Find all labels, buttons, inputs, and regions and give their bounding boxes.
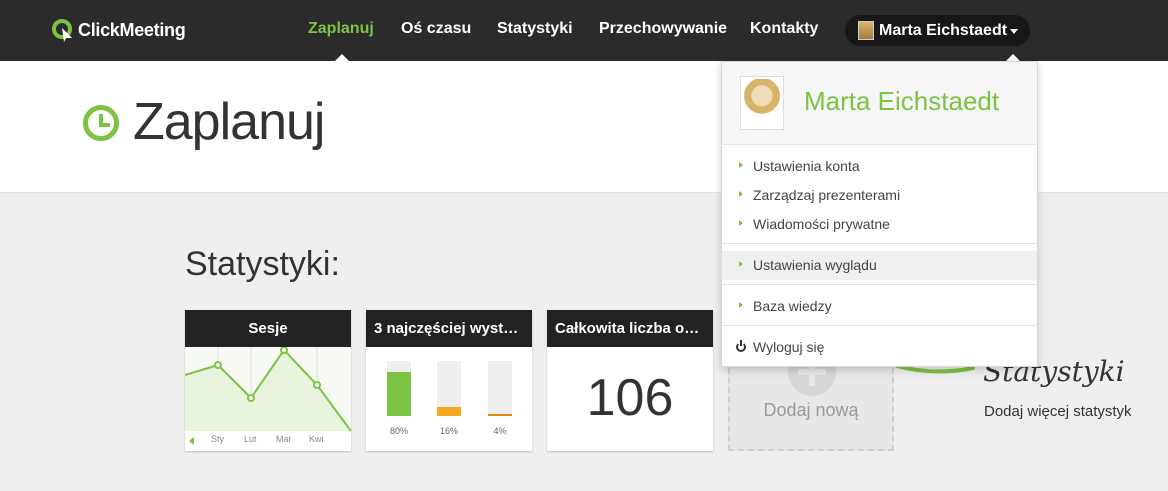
chevron-down-icon (1010, 29, 1018, 34)
bar-fill-3 (488, 414, 512, 416)
chart-prev-arrow-icon[interactable] (189, 437, 194, 445)
clock-icon (83, 105, 119, 141)
menu-item-label: Zarządzaj prezenterami (753, 187, 901, 203)
user-menu-button[interactable]: Marta Eichstaedt (845, 15, 1030, 46)
nav-przechowywanie[interactable]: Przechowywanie (599, 20, 727, 38)
dropdown-pointer (1006, 54, 1020, 61)
tick-label: Lut (244, 434, 257, 444)
menu-item-logout[interactable]: Wyloguj się (722, 333, 1037, 362)
bullet-arrow-icon (739, 302, 743, 308)
bar-fill-2 (437, 407, 461, 416)
bullet-arrow-icon (739, 162, 743, 168)
menu-item-label: Baza wiedzy (753, 298, 832, 314)
menu-item-knowledge-base[interactable]: Baza wiedzy (722, 292, 1037, 321)
data-point (214, 361, 222, 369)
bar-label: 80% (389, 426, 408, 436)
clickmeeting-logo-icon (52, 19, 72, 42)
bullet-arrow-icon (739, 220, 743, 226)
tick-label: Mar (276, 434, 292, 444)
top-navbar: ClickMeeting Zaplanuj Oś czasu Statystyk… (0, 0, 1168, 61)
bar-track (437, 361, 461, 416)
avatar (740, 76, 784, 130)
menu-item-label: Wyloguj się (753, 339, 825, 355)
logo-text: ClickMeeting (78, 19, 186, 40)
menu-item-manage-presenters[interactable]: Zarządzaj prezenterami (722, 181, 1037, 210)
nav-os-czasu[interactable]: Oś czasu (401, 20, 471, 38)
menu-divider (722, 284, 1037, 285)
bar-label: 16% (439, 426, 458, 436)
data-point (313, 381, 321, 389)
user-name: Marta Eichstaedt (879, 22, 1008, 39)
nav-kontakty[interactable]: Kontakty (750, 20, 818, 38)
menu-item-appearance-settings[interactable]: Ustawienia wyglądu (722, 251, 1037, 280)
page-title: Zaplanuj (133, 93, 325, 151)
menu-divider (722, 325, 1037, 326)
total-visits-widget[interactable]: Całkowita liczba odwi... 106 (547, 310, 713, 451)
data-point (280, 347, 288, 354)
user-full-name: Marta Eichstaedt (804, 86, 1000, 116)
nav-zaplanuj[interactable]: Zaplanuj (308, 20, 374, 38)
bullet-arrow-icon (739, 191, 743, 197)
top3-widget[interactable]: 3 najczęściej występ... 80% 16% 4% (366, 310, 532, 451)
stats-heading: Statystyki: (185, 245, 340, 283)
power-icon (736, 340, 746, 352)
avatar (858, 21, 874, 40)
user-dropdown-menu: Marta Eichstaedt Ustawienia konta Zarząd… (721, 61, 1038, 367)
bar-track (387, 361, 411, 416)
menu-item-label: Wiadomości prywatne (753, 216, 890, 232)
total-visits-value: 106 (586, 369, 674, 427)
active-nav-indicator (335, 54, 349, 61)
widget-title: 3 najczęściej występ... (366, 310, 532, 347)
add-widget-label: Dodaj nową (763, 400, 859, 420)
bar-label: 4% (493, 426, 507, 436)
tick-label: Kwi (309, 434, 324, 444)
data-point (247, 394, 255, 402)
menu-item-private-messages[interactable]: Wiadomości prywatne (722, 210, 1037, 239)
tick-label: Sty (211, 434, 225, 444)
menu-divider (722, 243, 1037, 244)
sessions-widget[interactable]: Sesje Sty Lut Mar Kwi (185, 310, 351, 451)
nav-statystyki[interactable]: Statystyki (497, 20, 573, 38)
menu-item-label: Ustawienia konta (753, 158, 860, 174)
widget-title: Sesje (185, 310, 351, 347)
promo-subtitle[interactable]: Dodaj więcej statystyk (984, 403, 1132, 420)
menu-item-label: Ustawienia wyglądu (753, 257, 877, 273)
bar-track (488, 361, 512, 416)
clickmeeting-logo[interactable]: ClickMeeting (52, 18, 186, 42)
bullet-arrow-icon (739, 261, 743, 267)
user-dropdown-header: Marta Eichstaedt (722, 62, 1037, 145)
sessions-line-chart (185, 347, 351, 432)
widget-title: Całkowita liczba odwi... (547, 310, 713, 347)
bar-fill-1 (387, 372, 411, 416)
menu-item-account-settings[interactable]: Ustawienia konta (722, 152, 1037, 181)
